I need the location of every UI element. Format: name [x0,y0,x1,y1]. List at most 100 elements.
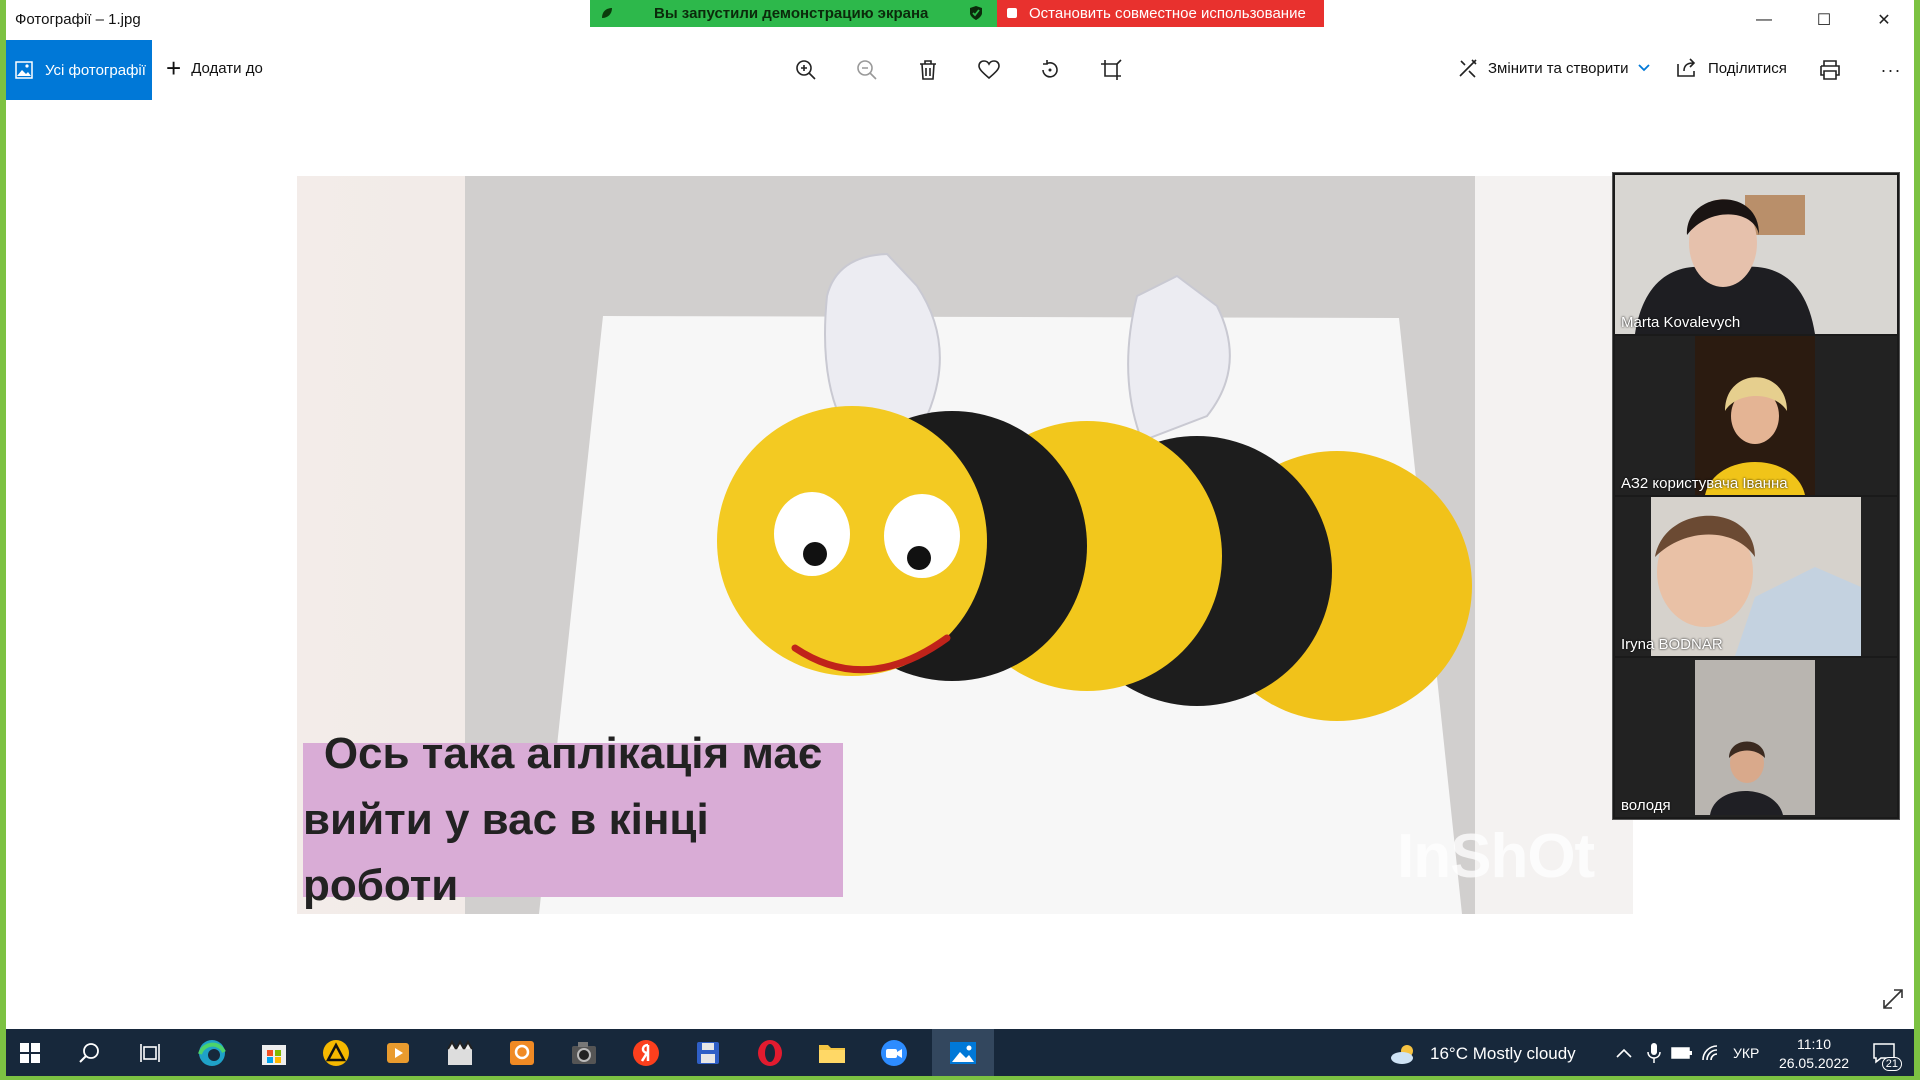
task-view-icon [140,1044,160,1062]
participant-name: Iryna BODNAR [1621,636,1723,653]
task-view-button[interactable] [134,1037,166,1069]
camera-icon [572,1042,596,1064]
plus-icon: + [166,53,182,83]
add-to-button[interactable]: + Додати до [166,53,263,83]
edit-create-button[interactable]: Змінити та створити [1458,58,1651,78]
yandex-icon [633,1040,659,1066]
taskbar-clock[interactable]: 11:10 26.05.2022 [1774,1035,1854,1073]
zoom-in-icon [796,60,816,80]
stop-sharing-label: Остановить совместное использование [1029,5,1306,22]
trash-icon [920,60,936,80]
video-gallery: Marta Kovalevych АЗ2 користувача Іванна … [1612,172,1900,820]
wifi-icon [1702,1045,1718,1061]
notification-count: 21 [1881,1057,1902,1071]
media-player-icon [387,1043,409,1063]
taskbar-photos[interactable] [947,1037,979,1069]
taskbar-zoom[interactable] [878,1037,910,1069]
photo-caption: Ось така аплікація має вийти у вас в кін… [303,729,843,910]
store-icon [262,1045,286,1065]
close-button[interactable]: ✕ [1854,0,1914,40]
taskbar-camera-app[interactable] [568,1037,600,1069]
photos-icon [15,61,33,79]
zoom-out-button[interactable] [851,54,883,86]
participant-tile[interactable]: володя [1615,658,1897,817]
participant-name: володя [1621,797,1671,814]
opera-icon [758,1040,782,1066]
taskbar-video-editor[interactable] [444,1037,476,1069]
taskbar-save-app[interactable] [692,1037,724,1069]
minimize-button[interactable]: — [1734,0,1794,40]
add-to-label: Додати до [191,59,263,77]
search-icon [79,1043,99,1063]
stop-icon [1007,8,1017,18]
edit-create-icon [1459,59,1477,78]
microphone-icon [1647,1043,1661,1063]
cloud-sun-icon [1391,1045,1413,1064]
taskbar-opera[interactable] [754,1037,786,1069]
sharing-status-text: Вы запустили демонстрацию экрана [654,5,929,22]
show-hidden-icons-button[interactable] [1608,1037,1640,1069]
chevron-down-icon [1638,64,1651,72]
taskbar-app[interactable] [320,1037,352,1069]
taskbar-edge[interactable] [196,1037,228,1069]
participant-name: Marta Kovalevych [1621,314,1741,331]
triangle-app-icon [323,1040,349,1066]
taskbar-store[interactable] [258,1037,290,1069]
edge-icon [198,1040,226,1066]
battery-tray[interactable] [1666,1037,1698,1069]
zoom-out-icon [857,60,877,80]
participant-video [1615,658,1897,817]
weather-widget[interactable] [1388,1038,1420,1070]
stop-sharing-button[interactable]: Остановить совместное использование [997,0,1324,27]
photos-app-icon [950,1042,976,1064]
pdf-icon [510,1041,534,1065]
edit-create-label: Змінити та створити [1488,59,1629,77]
fullscreen-button[interactable] [1882,988,1904,1015]
print-button[interactable] [1814,54,1846,86]
weather-text[interactable]: 16°C Mostly cloudy [1430,1044,1576,1064]
zoom-video-icon [881,1040,907,1066]
notifications-button[interactable]: 21 [1868,1037,1902,1071]
search-button[interactable] [74,1037,106,1069]
crop-button[interactable] [1095,54,1127,86]
screen-share-banner: Вы запустили демонстрацию экрана Останов… [590,0,1324,27]
inshot-watermark: InShOt [1397,822,1595,891]
participant-tile[interactable]: Marta Kovalevych [1615,175,1897,334]
share-label: Поділитися [1708,59,1787,77]
zoom-in-button[interactable] [790,54,822,86]
clapperboard-icon [447,1039,473,1065]
rotate-button[interactable] [1034,54,1066,86]
start-button[interactable] [14,1037,46,1069]
caption-line-2: вийти у вас в кінці роботи [303,795,709,910]
taskbar-media-player[interactable] [382,1037,414,1069]
battery-icon [1671,1047,1692,1059]
participant-video [1615,497,1897,656]
participant-video [1615,336,1897,495]
heart-icon [978,60,1000,80]
expand-icon [1883,989,1903,1009]
delete-button[interactable] [912,54,944,86]
participant-tile[interactable]: АЗ2 користувача Іванна [1615,336,1897,495]
folder-icon [819,1045,845,1063]
leaf-icon [602,8,612,18]
input-language[interactable]: УКР [1733,1045,1759,1061]
participant-video [1615,175,1897,334]
shield-icon [970,6,982,20]
caption-line-1: Ось така аплікація має [323,729,823,778]
taskbar: 16°C Mostly cloudy УКР 11:10 26.05.2022 … [6,1029,1914,1076]
share-button[interactable]: Поділитися [1676,58,1787,78]
photos-app-window: Фотографії – 1.jpg — ☐ ✕ Вы запустили де… [6,0,1914,1029]
taskbar-pdf-app[interactable] [506,1037,538,1069]
network-tray[interactable] [1696,1037,1728,1069]
printer-icon [1820,60,1840,80]
participant-tile[interactable]: Iryna BODNAR [1615,497,1897,656]
share-icon [1677,58,1696,77]
all-photos-button[interactable]: Усі фотографії [6,40,152,100]
photo-view[interactable]: Ось така аплікація має вийти у вас в кін… [297,176,1633,914]
maximize-button[interactable]: ☐ [1794,0,1854,40]
taskbar-file-explorer[interactable] [816,1037,848,1069]
more-button[interactable]: ··· [1875,54,1907,86]
favorite-button[interactable] [973,54,1005,86]
taskbar-yandex[interactable] [630,1037,662,1069]
chevron-up-icon [1616,1048,1632,1058]
